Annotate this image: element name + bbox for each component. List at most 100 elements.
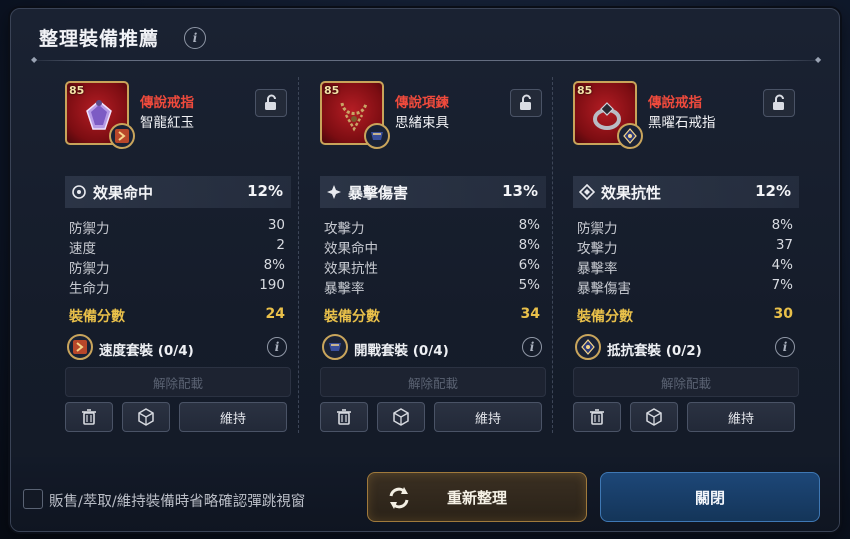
item-thumbnail[interactable]: 85 bbox=[320, 81, 390, 149]
close-label: 關閉 bbox=[694, 489, 725, 507]
sub-stat-list: 防禦力 8% 攻擊力 37 暴擊率 4% 暴擊傷害 7% bbox=[577, 217, 795, 297]
main-stat-value: 12% bbox=[247, 182, 283, 200]
info-icon[interactable]: i bbox=[184, 27, 206, 49]
sub-stat-value: 8% bbox=[263, 257, 285, 273]
unequip-button[interactable]: 解除配載 bbox=[65, 367, 291, 397]
gear-score-value: 24 bbox=[265, 306, 285, 322]
extract-cube-icon bbox=[138, 408, 154, 426]
effectiveness-icon bbox=[72, 185, 86, 199]
gear-score: 裝備分數 30 bbox=[577, 306, 795, 326]
gear-score-label: 裝備分數 bbox=[324, 309, 380, 325]
item-name: 智龍紅玉 bbox=[140, 115, 194, 131]
sub-stat-row: 攻擊力 8% bbox=[324, 217, 542, 237]
sub-stat-row: 效果命中 8% bbox=[324, 237, 542, 257]
onslaught-set-icon bbox=[322, 334, 348, 360]
sub-stat-name: 暴擊率 bbox=[324, 281, 365, 297]
set-info-row: 速度套裝 (0/4) i bbox=[65, 334, 291, 360]
item-type: 傳說項鍊 bbox=[395, 95, 449, 111]
equipment-card-2: 85 傳說項鍊 思緒束具 暴擊傷害 13% 攻擊力 8% 效果命中 8% 效果抗… bbox=[320, 77, 546, 433]
sub-stat-value: 8% bbox=[518, 237, 540, 253]
extract-button[interactable] bbox=[122, 402, 170, 432]
item-level: 85 bbox=[577, 84, 593, 97]
sub-stat-value: 30 bbox=[267, 217, 285, 233]
sub-stat-row: 暴擊率 4% bbox=[577, 257, 795, 277]
speed-set-icon bbox=[109, 123, 135, 149]
resist-set-icon bbox=[575, 334, 601, 360]
lock-button[interactable] bbox=[763, 89, 795, 117]
unequip-button[interactable]: 解除配載 bbox=[320, 367, 546, 397]
effect-resistance-icon bbox=[579, 184, 595, 200]
sub-stat-row: 速度 2 bbox=[69, 237, 287, 257]
sub-stat-value: 8% bbox=[771, 217, 793, 233]
extract-button[interactable] bbox=[630, 402, 678, 432]
dialog-title: 整理裝備推薦 bbox=[39, 28, 160, 50]
keep-button[interactable]: 維持 bbox=[179, 402, 287, 432]
item-name: 思緒束具 bbox=[395, 115, 449, 131]
gear-score-label: 裝備分數 bbox=[577, 309, 633, 325]
trash-icon bbox=[82, 409, 96, 425]
item-thumbnail[interactable]: 85 bbox=[65, 81, 135, 149]
close-button[interactable]: 關閉 bbox=[600, 472, 820, 522]
critical-damage-icon bbox=[327, 185, 341, 199]
skip-confirm-label[interactable]: 販售/萃取/維持裝備時省略確認彈跳視窗 bbox=[49, 490, 305, 511]
sub-stat-name: 效果抗性 bbox=[324, 261, 378, 277]
main-stat-name: 效果抗性 bbox=[601, 184, 662, 202]
sub-stat-value: 7% bbox=[771, 277, 793, 293]
resort-button[interactable]: 重新整理 bbox=[367, 472, 587, 522]
set-info-icon[interactable]: i bbox=[775, 337, 795, 357]
item-type: 傳說戒指 bbox=[648, 95, 702, 111]
sell-button[interactable] bbox=[573, 402, 621, 432]
trash-icon bbox=[590, 409, 604, 425]
sub-stat-value: 6% bbox=[518, 257, 540, 273]
sub-stat-row: 暴擊率 5% bbox=[324, 277, 542, 297]
sub-stat-name: 防禦力 bbox=[577, 221, 618, 237]
column-divider bbox=[552, 77, 553, 433]
unlock-icon bbox=[773, 94, 784, 110]
sub-stat-name: 攻擊力 bbox=[577, 241, 618, 257]
equipment-recommendation-dialog: 整理裝備推薦 i ◆ ◆ 85 傳說戒指 智龍紅玉 bbox=[10, 8, 840, 532]
trash-icon bbox=[337, 409, 351, 425]
lock-button[interactable] bbox=[510, 89, 542, 117]
sub-stat-list: 攻擊力 8% 效果命中 8% 效果抗性 6% 暴擊率 5% bbox=[324, 217, 542, 297]
unequip-button[interactable]: 解除配載 bbox=[573, 367, 799, 397]
keep-button[interactable]: 維持 bbox=[687, 402, 795, 432]
sub-stat-value: 37 bbox=[775, 237, 793, 253]
set-info-icon[interactable]: i bbox=[522, 337, 542, 357]
sell-button[interactable] bbox=[65, 402, 113, 432]
sub-stat-name: 效果命中 bbox=[324, 241, 378, 257]
extract-button[interactable] bbox=[377, 402, 425, 432]
sub-stat-name: 暴擊率 bbox=[577, 261, 618, 277]
lock-button[interactable] bbox=[255, 89, 287, 117]
main-stat-value: 13% bbox=[502, 182, 538, 200]
skip-confirm-checkbox[interactable] bbox=[23, 489, 43, 509]
action-row: 維持 bbox=[65, 402, 291, 434]
main-stat-name: 效果命中 bbox=[93, 184, 154, 202]
unlock-icon bbox=[520, 94, 531, 110]
item-level: 85 bbox=[69, 84, 85, 97]
item-name: 黑曜石戒指 bbox=[648, 115, 716, 131]
title-divider bbox=[35, 60, 819, 61]
sell-button[interactable] bbox=[320, 402, 368, 432]
main-stat: 效果命中 12% bbox=[65, 176, 291, 208]
main-stat: 暴擊傷害 13% bbox=[320, 176, 546, 208]
resort-label: 重新整理 bbox=[446, 489, 507, 507]
set-label: 抵抗套裝 (0/2) bbox=[607, 343, 702, 359]
equipment-card-1: 85 傳說戒指 智龍紅玉 效果命中 12% 防禦力 30 速度 2 防禦力 8%… bbox=[65, 77, 291, 433]
sub-stat-value: 190 bbox=[259, 277, 285, 293]
sub-stat-row: 暴擊傷害 7% bbox=[577, 277, 795, 297]
item-level: 85 bbox=[324, 84, 340, 97]
action-row: 維持 bbox=[573, 402, 799, 434]
sub-stat-list: 防禦力 30 速度 2 防禦力 8% 生命力 190 bbox=[69, 217, 287, 297]
resist-set-icon bbox=[617, 123, 643, 149]
sub-stat-name: 暴擊傷害 bbox=[577, 281, 631, 297]
column-divider bbox=[298, 77, 299, 433]
keep-button[interactable]: 維持 bbox=[434, 402, 542, 432]
set-info-icon[interactable]: i bbox=[267, 337, 287, 357]
extract-cube-icon bbox=[646, 408, 662, 426]
item-thumbnail[interactable]: 85 bbox=[573, 81, 643, 149]
sub-stat-name: 攻擊力 bbox=[324, 221, 365, 237]
sub-stat-name: 生命力 bbox=[69, 281, 110, 297]
sub-stat-value: 2 bbox=[276, 237, 285, 253]
unlock-icon bbox=[265, 94, 276, 110]
sub-stat-name: 防禦力 bbox=[69, 221, 110, 237]
